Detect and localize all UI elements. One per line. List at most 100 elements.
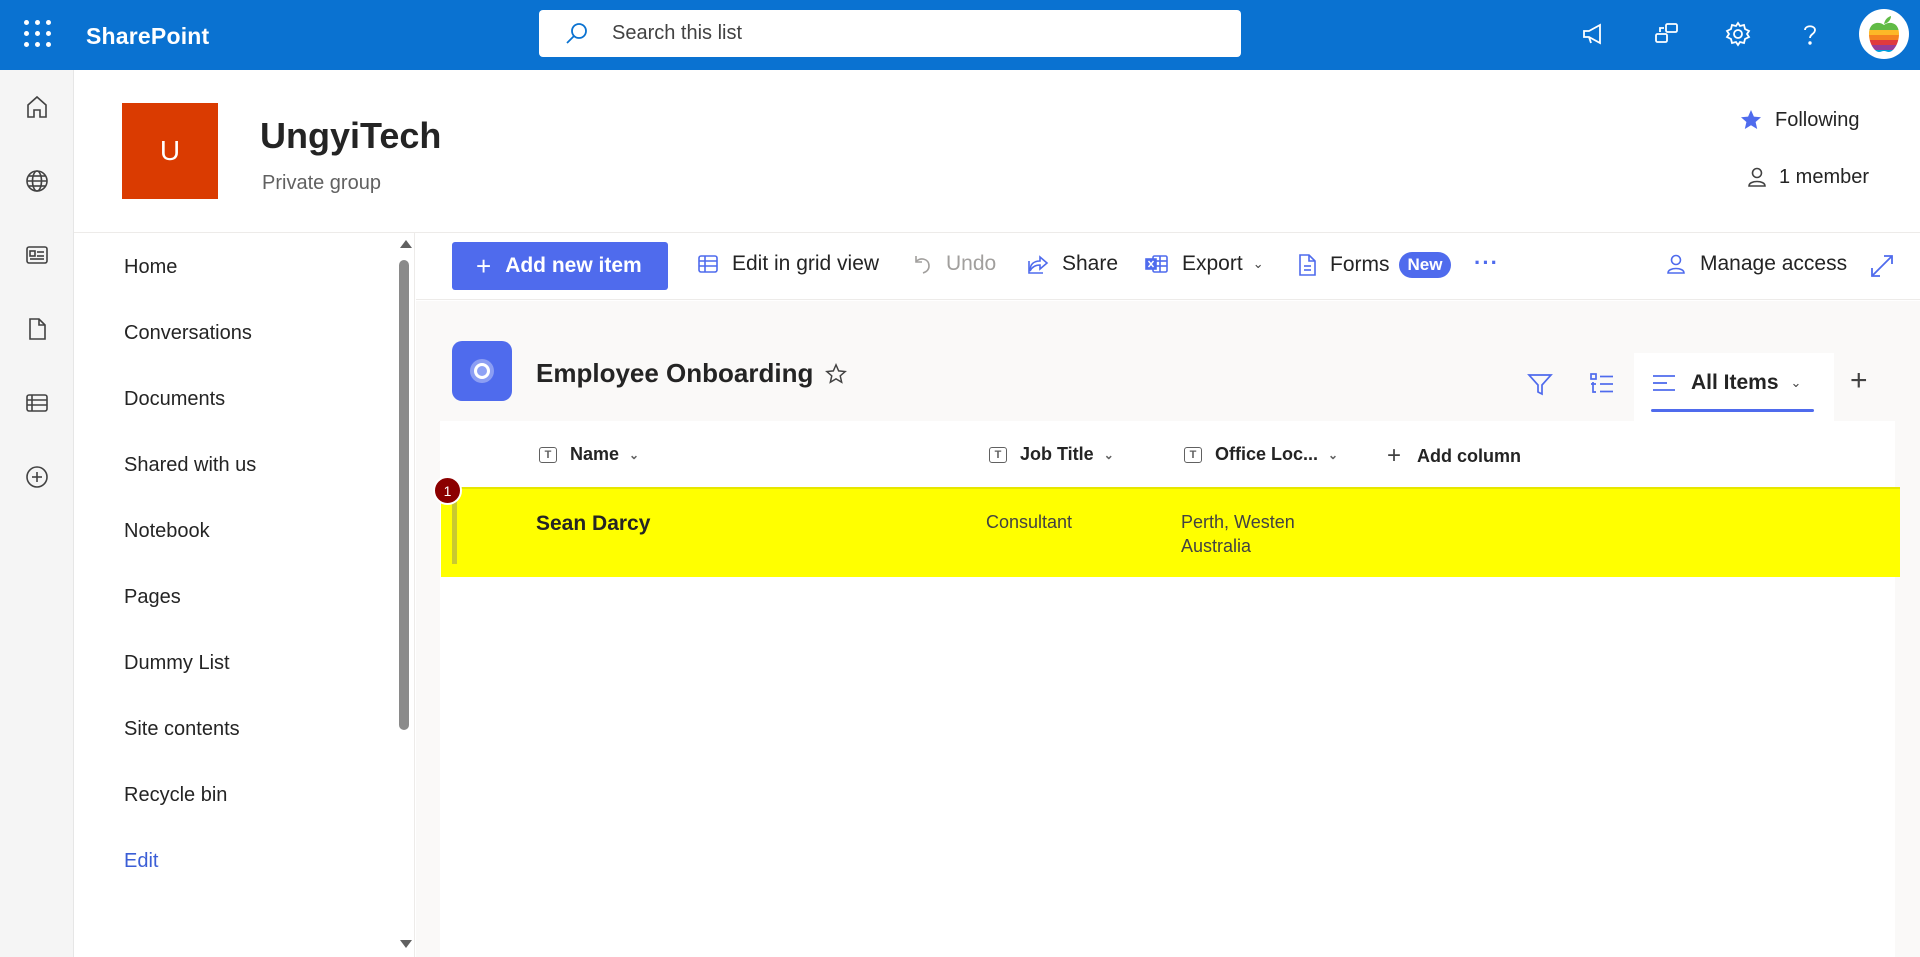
nav-scrollbar[interactable] xyxy=(397,240,412,948)
forms-label: Forms xyxy=(1330,253,1390,276)
add-view-icon[interactable]: + xyxy=(1850,366,1868,396)
grid-icon xyxy=(698,255,718,273)
more-options-icon[interactable]: ··· xyxy=(1474,250,1499,276)
nav-item-conversations[interactable]: Conversations xyxy=(124,322,252,345)
list-app-icon xyxy=(452,341,512,401)
plus-icon: + xyxy=(1387,442,1402,469)
add-new-item-button[interactable]: + Add new item xyxy=(452,242,668,290)
home-icon[interactable] xyxy=(22,92,52,122)
site-subtitle: Private group xyxy=(262,172,381,194)
text-field-icon: T xyxy=(1184,446,1202,463)
view-name: All Items xyxy=(1691,371,1779,394)
column-label: Office Loc... xyxy=(1215,444,1319,464)
person-icon xyxy=(1748,167,1766,187)
add-circle-icon[interactable] xyxy=(22,462,52,492)
feedback-icon[interactable] xyxy=(1650,18,1682,50)
table-row[interactable] xyxy=(441,487,1900,577)
news-icon[interactable] xyxy=(22,240,52,270)
text-field-icon: T xyxy=(989,446,1007,463)
export-button[interactable]: Export ⌄ xyxy=(1144,252,1264,276)
brand-name[interactable]: SharePoint xyxy=(86,23,209,50)
chevron-down-icon: ⌄ xyxy=(1252,256,1264,271)
add-new-item-label: Add new item xyxy=(505,254,642,277)
favorite-star-icon[interactable] xyxy=(825,363,847,390)
cell-office-location: Perth, Westen Australia xyxy=(1181,510,1331,558)
list-lines-icon xyxy=(1653,375,1675,391)
chevron-down-icon: ⌄ xyxy=(1328,447,1339,462)
office-line-2: Australia xyxy=(1181,536,1252,556)
all-items-view-button[interactable]: All Items ⌄ xyxy=(1651,371,1801,395)
share-label: Share xyxy=(1062,252,1119,275)
nav-item-notebook[interactable]: Notebook xyxy=(124,520,210,543)
cell-job-title: Consultant xyxy=(986,512,1073,532)
search-box[interactable]: Search this list xyxy=(539,10,1241,57)
chevron-down-icon: ⌄ xyxy=(1790,375,1802,390)
view-options-icon[interactable] xyxy=(1588,370,1616,403)
following-button[interactable]: Following xyxy=(1739,108,1859,132)
chevron-down-icon: ⌄ xyxy=(1103,447,1114,462)
edit-grid-label: Edit in grid view xyxy=(732,252,880,275)
active-view-indicator xyxy=(1651,409,1814,412)
share-icon xyxy=(1028,255,1049,274)
column-label: Name xyxy=(570,444,620,464)
app-launcher-icon[interactable] xyxy=(24,20,52,48)
chevron-down-icon: ⌄ xyxy=(629,447,640,462)
new-badge: New xyxy=(1398,252,1452,278)
undo-button[interactable]: Undo xyxy=(910,252,996,276)
column-header-office-location[interactable]: T Office Loc... ⌄ xyxy=(1184,444,1338,465)
nav-item-shared[interactable]: Shared with us xyxy=(124,454,256,477)
help-icon[interactable] xyxy=(1794,18,1826,50)
nav-edit-link[interactable]: Edit xyxy=(124,850,158,873)
manage-access-label: Manage access xyxy=(1700,252,1848,275)
search-icon xyxy=(566,22,587,44)
plus-icon: + xyxy=(476,251,492,281)
excel-icon xyxy=(1145,255,1168,273)
members-button[interactable]: 1 member xyxy=(1745,165,1869,189)
filter-icon[interactable] xyxy=(1526,370,1554,403)
site-logo[interactable]: U xyxy=(122,103,218,199)
office-line-1: Perth, Westen xyxy=(1181,512,1295,532)
megaphone-icon[interactable] xyxy=(1578,18,1610,50)
scroll-down-icon[interactable] xyxy=(400,940,412,948)
nav-item-dummy-list[interactable]: Dummy List xyxy=(124,652,230,675)
suite-bar: SharePoint Search this list xyxy=(0,0,1920,70)
cell-name[interactable]: Sean Darcy xyxy=(536,512,650,536)
column-header-job-title[interactable]: T Job Title ⌄ xyxy=(989,444,1114,465)
expand-icon[interactable] xyxy=(1868,252,1896,285)
undo-label: Undo xyxy=(946,252,997,275)
nav-item-documents[interactable]: Documents xyxy=(124,388,225,411)
star-filled-icon xyxy=(1741,110,1761,129)
list-title[interactable]: Employee Onboarding xyxy=(536,358,813,389)
export-label: Export xyxy=(1182,252,1243,275)
forms-icon xyxy=(1299,254,1316,276)
apple-logo-icon xyxy=(1869,16,1899,52)
nav-item-site-contents[interactable]: Site contents xyxy=(124,718,240,741)
forms-button[interactable]: Forms New xyxy=(1296,252,1452,278)
share-button[interactable]: Share xyxy=(1026,252,1118,276)
nav-item-pages[interactable]: Pages xyxy=(124,586,181,609)
text-field-icon: T xyxy=(539,446,557,463)
nav-item-recycle-bin[interactable]: Recycle bin xyxy=(124,784,227,807)
site-title[interactable]: UngyiTech xyxy=(260,115,441,157)
row-selection-bar xyxy=(452,500,457,564)
column-label: Job Title xyxy=(1020,444,1094,464)
nav-item-home[interactable]: Home xyxy=(124,256,177,279)
globe-icon[interactable] xyxy=(22,166,52,196)
column-header-name[interactable]: T Name ⌄ xyxy=(539,444,639,465)
settings-icon[interactable] xyxy=(1722,18,1754,50)
manage-access-button[interactable]: Manage access xyxy=(1664,252,1847,276)
user-avatar[interactable] xyxy=(1859,9,1909,59)
list-icon[interactable] xyxy=(22,388,52,418)
document-icon[interactable] xyxy=(22,314,52,344)
add-column-label: Add column xyxy=(1417,445,1522,466)
person-icon xyxy=(1667,254,1685,274)
members-label: 1 member xyxy=(1779,165,1870,188)
following-label: Following xyxy=(1775,108,1860,131)
app-rail xyxy=(0,70,74,957)
add-column-button[interactable]: + Add column xyxy=(1387,444,1521,468)
scroll-thumb[interactable] xyxy=(399,260,409,730)
scroll-up-icon[interactable] xyxy=(400,240,412,248)
row-marker-badge: 1 xyxy=(433,476,462,505)
search-placeholder: Search this list xyxy=(612,22,743,44)
edit-grid-view-button[interactable]: Edit in grid view xyxy=(696,252,879,276)
